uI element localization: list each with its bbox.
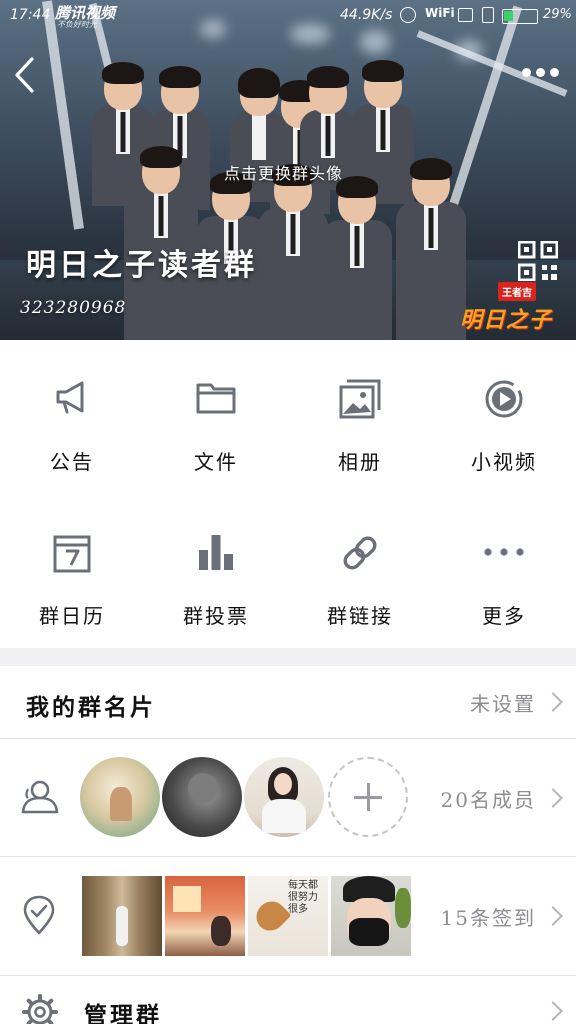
members-icon bbox=[21, 780, 59, 814]
feature-short-video[interactable]: 小视频 bbox=[432, 340, 576, 494]
my-group-card-row[interactable]: 我的群名片 未设置 bbox=[0, 666, 576, 738]
cover-beam bbox=[42, 0, 84, 230]
member-avatar[interactable] bbox=[80, 757, 160, 837]
my-group-card-title: 我的群名片 bbox=[26, 694, 156, 721]
cover-person bbox=[396, 158, 466, 340]
checkin-count: 15条签到 bbox=[440, 906, 536, 930]
sim-icon bbox=[458, 8, 473, 22]
cover-light bbox=[360, 30, 390, 54]
avatar-figure bbox=[188, 773, 218, 803]
qr-code-icon bbox=[517, 240, 559, 282]
add-member-button[interactable] bbox=[328, 757, 408, 837]
cover-person bbox=[258, 164, 328, 340]
location-check-icon bbox=[23, 895, 55, 935]
chevron-right-icon bbox=[543, 906, 563, 926]
cover-light bbox=[455, 40, 483, 60]
gear-icon bbox=[22, 994, 58, 1024]
plus-icon bbox=[367, 783, 370, 811]
checkin-thumbnail[interactable] bbox=[331, 876, 411, 956]
thumb-caption: 每天都很努力很多 bbox=[288, 880, 318, 915]
my-group-card-value: 未设置 bbox=[470, 692, 536, 716]
group-number: 323280968 bbox=[20, 298, 127, 318]
member-count: 20名成员 bbox=[440, 788, 536, 812]
change-avatar-link[interactable]: 点击更换群头像 bbox=[224, 160, 343, 184]
checkin-row[interactable]: 每天都很努力很多 15条签到 bbox=[0, 857, 576, 975]
chevron-right-icon bbox=[543, 692, 563, 712]
feature-label: 公告 bbox=[50, 450, 94, 474]
feature-label: 群链接 bbox=[327, 604, 393, 628]
battery-percent: 29% bbox=[543, 7, 572, 22]
charging-icon bbox=[482, 7, 494, 23]
avatar-figure bbox=[110, 787, 132, 821]
status-time: 17:44 bbox=[10, 7, 51, 23]
show-logo: 王者吉 明日之子 bbox=[458, 280, 558, 338]
status-bar: 17:44 腾讯视频 不负好时光 44.9K/s WiFi 29% bbox=[0, 0, 576, 32]
bar-chart-icon bbox=[199, 535, 233, 570]
feature-announcement[interactable]: 公告 bbox=[0, 340, 144, 494]
group-name: 明日之子读者群 bbox=[26, 248, 257, 283]
back-button[interactable] bbox=[12, 55, 42, 95]
group-cover-photo[interactable]: 17:44 腾讯视频 不负好时光 44.9K/s WiFi 29% 点击更换群头… bbox=[0, 0, 576, 340]
feature-calendar[interactable]: 群日历 bbox=[0, 494, 144, 648]
alarm-icon bbox=[400, 7, 416, 23]
avatar-body bbox=[262, 799, 306, 833]
more-dot bbox=[522, 68, 531, 77]
status-app-slogan: 不负好时光 bbox=[57, 20, 97, 29]
manage-group-title: 管理群 bbox=[84, 1002, 162, 1024]
thumb-mask bbox=[349, 918, 389, 946]
photo-album-icon bbox=[339, 379, 381, 419]
qr-code-button[interactable] bbox=[517, 240, 559, 282]
checkin-thumbnail[interactable] bbox=[82, 876, 162, 956]
member-avatar[interactable] bbox=[244, 757, 324, 837]
feature-more[interactable]: 更多 bbox=[432, 494, 576, 648]
folder-icon bbox=[196, 383, 236, 414]
show-logo-text: 明日之子 bbox=[460, 307, 553, 333]
feature-label: 群日历 bbox=[39, 604, 105, 628]
feature-link[interactable]: 群链接 bbox=[288, 494, 432, 648]
checkin-thumbnail[interactable]: 每天都很努力很多 bbox=[248, 876, 328, 956]
feature-vote[interactable]: 群投票 bbox=[144, 494, 288, 648]
thumb-cookie bbox=[250, 895, 292, 937]
video-play-icon bbox=[485, 380, 523, 418]
thumb-toy bbox=[395, 888, 411, 928]
show-logo-badge: 王者吉 bbox=[498, 282, 536, 301]
chevron-right-icon bbox=[543, 1001, 563, 1021]
battery-icon bbox=[502, 9, 538, 24]
feature-files[interactable]: 文件 bbox=[144, 340, 288, 494]
network-speed: 44.9K/s bbox=[340, 7, 393, 23]
checkin-thumbnail[interactable] bbox=[165, 876, 245, 956]
member-avatar[interactable] bbox=[162, 757, 242, 837]
chevron-left-icon bbox=[15, 57, 34, 93]
feature-label: 小视频 bbox=[471, 450, 537, 474]
feature-grid: 公告 文件 相册 小视频 群日历 群投票 群链接 更多 bbox=[0, 340, 576, 648]
megaphone-icon bbox=[56, 381, 84, 414]
manage-group-row[interactable]: 管理群 bbox=[0, 976, 576, 1024]
more-dots-icon bbox=[484, 548, 524, 556]
cover-person bbox=[322, 176, 392, 340]
feature-label: 相册 bbox=[338, 450, 382, 474]
thumb-window bbox=[173, 886, 201, 912]
more-dot bbox=[550, 68, 559, 77]
thumb-figure bbox=[116, 906, 128, 946]
thumb-figure bbox=[211, 916, 231, 946]
feature-label: 更多 bbox=[482, 604, 526, 628]
wifi-icon: WiFi bbox=[425, 6, 455, 20]
feature-album[interactable]: 相册 bbox=[288, 340, 432, 494]
feature-label: 群投票 bbox=[183, 604, 249, 628]
members-row[interactable]: 20名成员 bbox=[0, 739, 576, 856]
chevron-right-icon bbox=[543, 788, 563, 808]
calendar-icon bbox=[53, 535, 91, 573]
more-dot bbox=[536, 68, 545, 77]
avatar-face bbox=[274, 773, 292, 795]
more-options-button[interactable] bbox=[520, 62, 562, 82]
link-icon bbox=[343, 536, 377, 570]
feature-label: 文件 bbox=[194, 450, 238, 474]
